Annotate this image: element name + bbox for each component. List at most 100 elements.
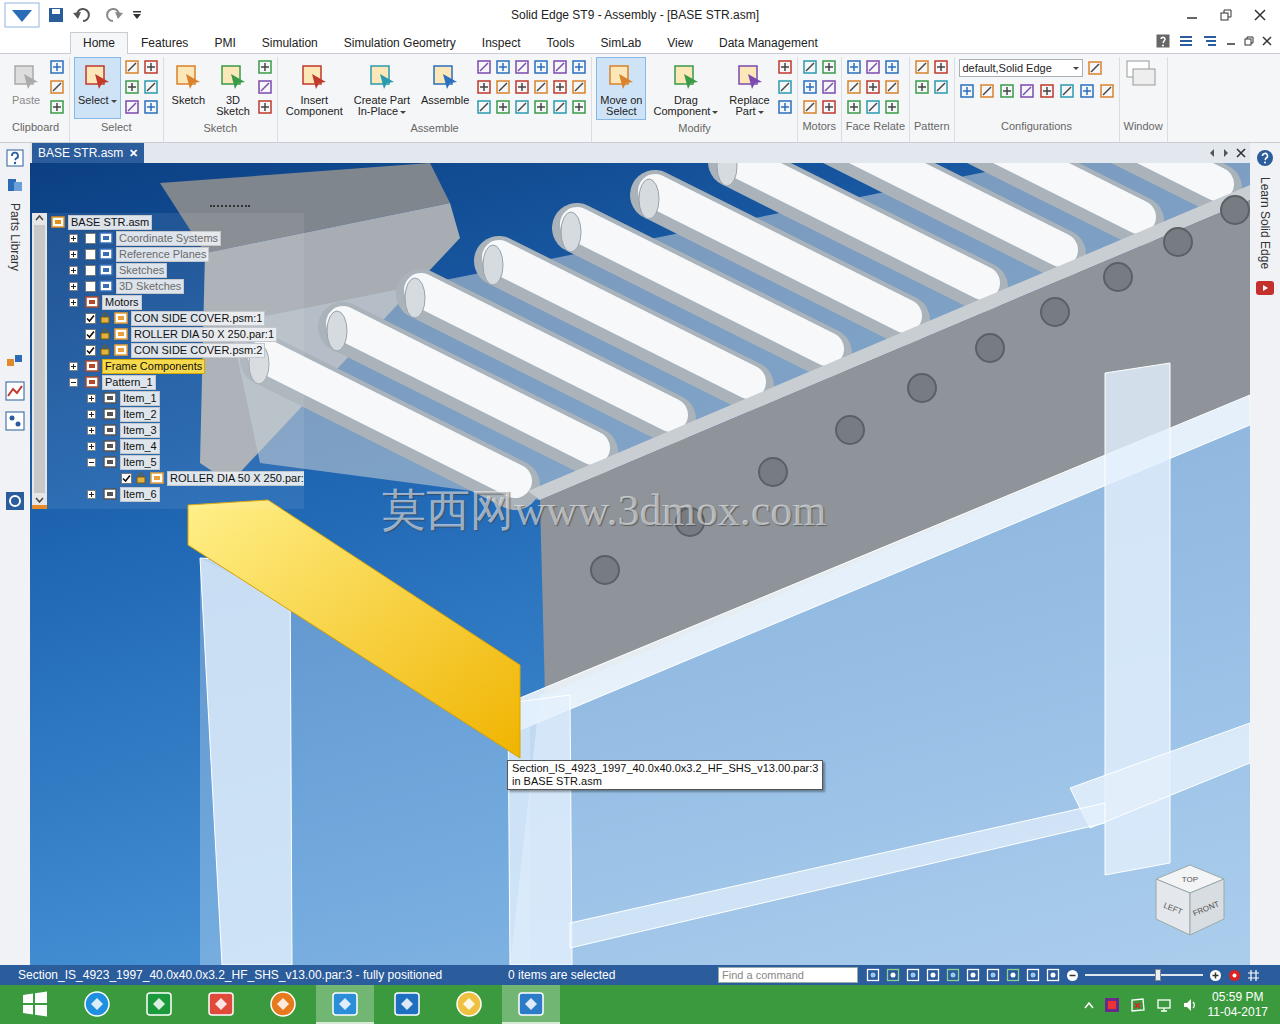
expander[interactable]	[87, 458, 96, 467]
taskbar-app[interactable]	[316, 985, 374, 1024]
taskbar-app[interactable]	[378, 985, 436, 1024]
tab-right-icon[interactable]	[1222, 148, 1230, 158]
tree-row[interactable]: Sketches	[51, 262, 304, 278]
ribbon-button[interactable]: Assemble	[417, 57, 473, 119]
tool-icon[interactable]	[1079, 83, 1095, 99]
tool-icon[interactable]	[884, 79, 900, 95]
app-logo-icon[interactable]	[4, 2, 40, 28]
taskbar-app[interactable]	[130, 985, 188, 1024]
help-circle-icon[interactable]	[1256, 149, 1274, 167]
tool-icon[interactable]	[49, 59, 65, 75]
selected-frame-member[interactable]	[188, 500, 520, 758]
tool-icon[interactable]	[821, 99, 837, 115]
tool-icon[interactable]	[1059, 83, 1075, 99]
taskbar-app[interactable]	[68, 985, 126, 1024]
family-icon[interactable]	[5, 411, 25, 431]
tool-icon[interactable]	[802, 99, 818, 115]
ribbon-button[interactable]: Sketch	[168, 57, 210, 119]
zoom-slider[interactable]	[1085, 969, 1203, 981]
tool-icon[interactable]	[999, 83, 1015, 99]
configuration-dropdown[interactable]: default,Solid Edge	[959, 59, 1083, 77]
ribbon-tab[interactable]: SimLab	[588, 32, 655, 54]
grid-icon[interactable]	[1247, 969, 1260, 982]
tree-row[interactable]: CON SIDE COVER.psm:2	[51, 342, 304, 358]
ribbon-tab[interactable]: Home	[70, 32, 128, 54]
tool-icon[interactable]	[846, 59, 862, 75]
view-tool-icon[interactable]	[966, 968, 980, 982]
visibility-checkbox[interactable]	[85, 313, 96, 324]
tool-icon[interactable]	[1019, 83, 1035, 99]
tree-row[interactable]: BASE STR.asm	[51, 214, 304, 230]
view-tool-icon[interactable]	[986, 968, 1000, 982]
learn-tab[interactable]: Learn Solid Edge	[1258, 177, 1272, 269]
tool-icon[interactable]	[821, 79, 837, 95]
tree-row[interactable]: Item_1	[51, 390, 304, 406]
save-icon[interactable]	[48, 7, 64, 23]
doc-restore-icon[interactable]	[1244, 36, 1254, 46]
tool-icon[interactable]	[865, 99, 881, 115]
expander[interactable]	[87, 490, 96, 499]
tool-icon[interactable]	[933, 79, 949, 95]
tool-icon[interactable]	[959, 83, 975, 99]
tool-icon[interactable]	[777, 59, 793, 75]
tool-icon[interactable]	[476, 99, 492, 115]
roller[interactable]	[951, 163, 1217, 188]
tool-icon[interactable]	[533, 79, 549, 95]
help-icon[interactable]	[1156, 34, 1170, 48]
view-tool-icon[interactable]	[866, 968, 880, 982]
expander[interactable]	[69, 234, 78, 243]
scroll-up-icon[interactable]	[35, 215, 44, 221]
command-finder[interactable]	[718, 967, 858, 983]
tree-row[interactable]: ROLLER DIA 50 X 250.par:1	[51, 326, 304, 342]
minimize-icon[interactable]	[1186, 9, 1198, 21]
layout-icon[interactable]	[1178, 34, 1194, 48]
tool-icon[interactable]	[552, 59, 568, 75]
tool-icon[interactable]	[143, 99, 159, 115]
roller[interactable]	[873, 163, 1139, 221]
expander[interactable]	[69, 378, 78, 387]
tool-icon[interactable]	[914, 79, 930, 95]
tree-row[interactable]: Item_6	[51, 486, 304, 502]
tool-icon[interactable]	[552, 99, 568, 115]
ribbon-button[interactable]: InsertComponent	[282, 57, 347, 120]
tool-icon[interactable]	[884, 59, 900, 75]
network-icon[interactable]	[1156, 997, 1172, 1013]
ribbon-button[interactable]: ReplacePart	[725, 57, 773, 120]
ribbon-tab[interactable]: View	[654, 32, 706, 54]
view-tool-icon[interactable]	[886, 968, 900, 982]
tool-icon[interactable]	[124, 99, 140, 115]
tool-icon[interactable]	[1087, 60, 1103, 76]
tool-icon[interactable]	[777, 79, 793, 95]
tool-icon[interactable]	[49, 99, 65, 115]
volume-icon[interactable]	[1182, 997, 1198, 1013]
expander[interactable]	[69, 266, 78, 275]
zoom-in-icon[interactable]	[1209, 969, 1222, 982]
visibility-checkbox[interactable]	[85, 329, 96, 340]
tool-icon[interactable]	[979, 83, 995, 99]
ribbon-button[interactable]: 3DSketch	[212, 57, 254, 120]
visibility-checkbox[interactable]	[121, 473, 132, 484]
ribbon-tab[interactable]: Data Management	[706, 32, 831, 54]
ribbon-tab[interactable]: PMI	[201, 32, 248, 54]
tool-icon[interactable]	[257, 79, 273, 95]
tree-row[interactable]: ROLLER DIA 50 X 250.par:6	[51, 470, 304, 486]
tool-icon[interactable]	[495, 59, 511, 75]
tool-icon[interactable]	[571, 79, 587, 95]
view-tool-icon[interactable]	[946, 968, 960, 982]
settings-icon[interactable]	[5, 491, 25, 511]
view-tool-icon[interactable]	[1046, 968, 1060, 982]
help-icon[interactable]	[6, 149, 24, 167]
tool-icon[interactable]	[533, 99, 549, 115]
expander[interactable]	[69, 362, 78, 371]
tool-icon[interactable]	[821, 59, 837, 75]
visibility-checkbox[interactable]	[85, 345, 96, 356]
ribbon-button[interactable]: Create PartIn-Place	[350, 57, 414, 120]
tool-icon[interactable]	[571, 59, 587, 75]
tool-icon[interactable]	[124, 79, 140, 95]
customize-icon[interactable]	[132, 10, 142, 20]
window-arrange-icon[interactable]	[1124, 57, 1158, 91]
zoom-out-icon[interactable]	[1066, 969, 1079, 982]
tool-icon[interactable]	[914, 59, 930, 75]
ribbon-tab[interactable]: Simulation	[249, 32, 331, 54]
tool-icon[interactable]	[514, 99, 530, 115]
